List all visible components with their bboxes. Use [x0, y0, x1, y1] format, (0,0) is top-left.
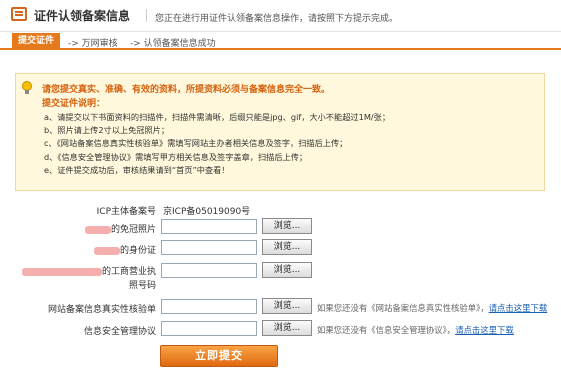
verify-form-label: 网站备案信息真实性核验单: [47, 305, 156, 315]
photo-label: 的免冠照片: [84, 222, 156, 235]
notice-subtitle: 提交证件说明：: [42, 99, 106, 109]
step-submit-certificate: 提交证件: [12, 33, 60, 50]
redacted-company: [21, 267, 102, 276]
header-divider: [146, 9, 147, 22]
document-icon: [11, 7, 27, 21]
id-card-browse-button[interactable]: 浏览...: [262, 239, 312, 255]
verify-form-download-link[interactable]: 请点击这里下载: [489, 303, 548, 313]
photo-browse-button[interactable]: 浏览...: [262, 218, 312, 234]
icp-label: ICP主体备案号: [96, 207, 156, 217]
verify-form-hint: 如果您还没有《网站备案信息真实性核验单》，请点击这里下载: [317, 302, 547, 314]
notice-list: a、请提交以下书面资料的扫描件，扫描件需清晰，后缀只能是jpg、gif，大小不能…: [44, 111, 390, 177]
notice-item: c、《网站备案信息真实性核验单》需填写网站主办者相关信息及签字，扫描后上传；: [44, 138, 348, 149]
step-success: -> 认领备案信息成功: [130, 39, 216, 49]
security-agreement-hint-text: 如果您还没有《信息安全管理协议》，: [317, 325, 456, 335]
notice-item: e、证件提交成功后，审核结果请到“首页”中查看！: [44, 164, 230, 175]
id-card-file-input[interactable]: [161, 240, 257, 255]
verify-form-browse-button[interactable]: 浏览...: [262, 298, 312, 314]
instructions-notice: 请您提交真实、准确、有效的资料，所提资料必须与备案信息完全一致。 提交证件说明：…: [15, 73, 545, 191]
license-label-line2: 照号码: [128, 281, 156, 291]
redacted-name: [93, 246, 120, 255]
submit-button[interactable]: 立即提交: [160, 345, 278, 367]
notice-headline: 请您提交真实、准确、有效的资料，所提资料必须与备案信息完全一致。: [42, 85, 331, 95]
lightbulb-icon: [22, 81, 32, 94]
license-label-text: 的工商营业执: [101, 267, 156, 277]
license-label: 的工商营业执: [21, 264, 156, 277]
photo-label-text: 的免冠照片: [110, 225, 156, 235]
page-title: 证件认领备案信息: [34, 9, 131, 23]
icp-value: 京ICP备05019090号: [163, 207, 251, 217]
step-review: -> 万网审核: [68, 39, 118, 49]
security-agreement-download-link[interactable]: 请点击这里下载: [455, 325, 514, 335]
notice-item: a、请提交以下书面资料的扫描件，扫描件需清晰，后缀只能是jpg、gif，大小不能…: [44, 112, 391, 122]
license-file-input[interactable]: [161, 263, 257, 278]
notice-item: d、《信息安全管理协议》需填写甲方相关信息及签字盖章，扫描后上传；: [44, 151, 308, 162]
id-card-label-text: 的身份证: [119, 246, 156, 256]
verify-form-file-input[interactable]: [161, 299, 257, 314]
id-card-label: 的身份证: [93, 243, 156, 256]
security-agreement-label: 信息安全管理协议: [83, 327, 156, 337]
verify-form-hint-text: 如果您还没有《网站备案信息真实性核验单》，: [317, 303, 489, 313]
redacted-name: [84, 225, 111, 234]
progress-steps: 提交证件 -> 万网审核 -> 认领备案信息成功: [0, 32, 561, 50]
security-agreement-browse-button[interactable]: 浏览...: [262, 320, 312, 336]
notice-item: b、照片请上传2寸以上免冠照片；: [44, 125, 170, 136]
photo-file-input[interactable]: [161, 219, 257, 234]
security-agreement-file-input[interactable]: [161, 321, 257, 336]
page-header: 证件认领备案信息 您正在进行用证件认领备案信息操作，请按照下方提示完成。: [0, 0, 561, 32]
security-agreement-hint: 如果您还没有《信息安全管理协议》，请点击这里下载: [317, 324, 514, 336]
page-description: 您正在进行用证件认领备案信息操作，请按照下方提示完成。: [155, 14, 399, 24]
license-browse-button[interactable]: 浏览...: [262, 262, 312, 278]
